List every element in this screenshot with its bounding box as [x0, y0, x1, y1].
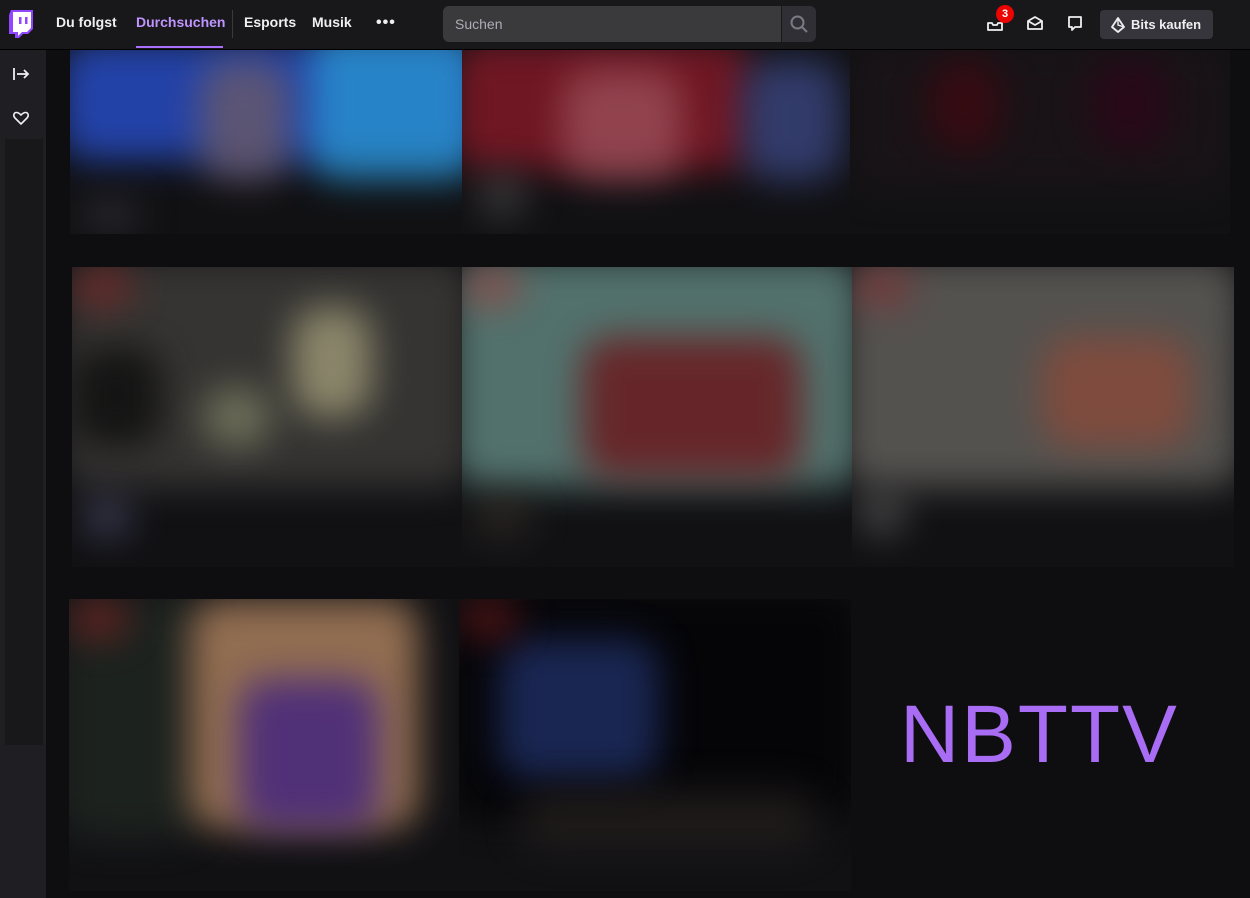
nav-durchsuchen[interactable]: Durchsuchen: [136, 14, 225, 30]
buy-bits-button[interactable]: Bits kaufen: [1100, 10, 1213, 39]
nav-divider: [232, 10, 233, 38]
expand-sidebar-button[interactable]: [11, 64, 31, 84]
whispers-inbox-button[interactable]: [1025, 13, 1045, 33]
stream-card[interactable]: [462, 50, 850, 234]
top-navigation-bar: Du folgst Durchsuchen Esports Musik ••• …: [0, 0, 1250, 50]
bits-diamond-icon: [1111, 16, 1125, 33]
stream-card[interactable]: [69, 599, 459, 891]
stream-card[interactable]: [462, 267, 852, 567]
stream-card[interactable]: [72, 267, 462, 567]
stream-card[interactable]: [852, 267, 1234, 567]
nav-du-folgst[interactable]: Du folgst: [56, 14, 117, 30]
followed-channels-button[interactable]: [11, 108, 31, 128]
chat-bubble-icon: [1068, 16, 1082, 31]
expand-arrow-icon: [13, 68, 30, 80]
search-input[interactable]: [444, 7, 780, 41]
search-box[interactable]: [443, 6, 781, 42]
whispers-button[interactable]: [1065, 13, 1085, 33]
stream-card[interactable]: [850, 50, 1230, 234]
more-menu-button[interactable]: •••: [376, 14, 396, 32]
twitch-logo-icon[interactable]: [9, 10, 33, 38]
mail-icon: [1027, 16, 1043, 30]
nav-musik[interactable]: Musik: [312, 14, 352, 30]
notification-badge: 3: [996, 5, 1014, 23]
stream-card[interactable]: [459, 599, 851, 891]
search-button[interactable]: [782, 6, 816, 42]
buy-bits-label: Bits kaufen: [1131, 17, 1202, 32]
active-tab-indicator: [136, 46, 223, 48]
nav-esports[interactable]: Esports: [244, 14, 296, 30]
sidebar-channel-list: [5, 139, 43, 745]
search-icon: [790, 15, 808, 33]
watermark-text: NBTTV: [900, 689, 1179, 780]
left-sidebar: [0, 50, 46, 898]
heart-icon: [13, 111, 29, 125]
stream-card[interactable]: [70, 50, 462, 234]
